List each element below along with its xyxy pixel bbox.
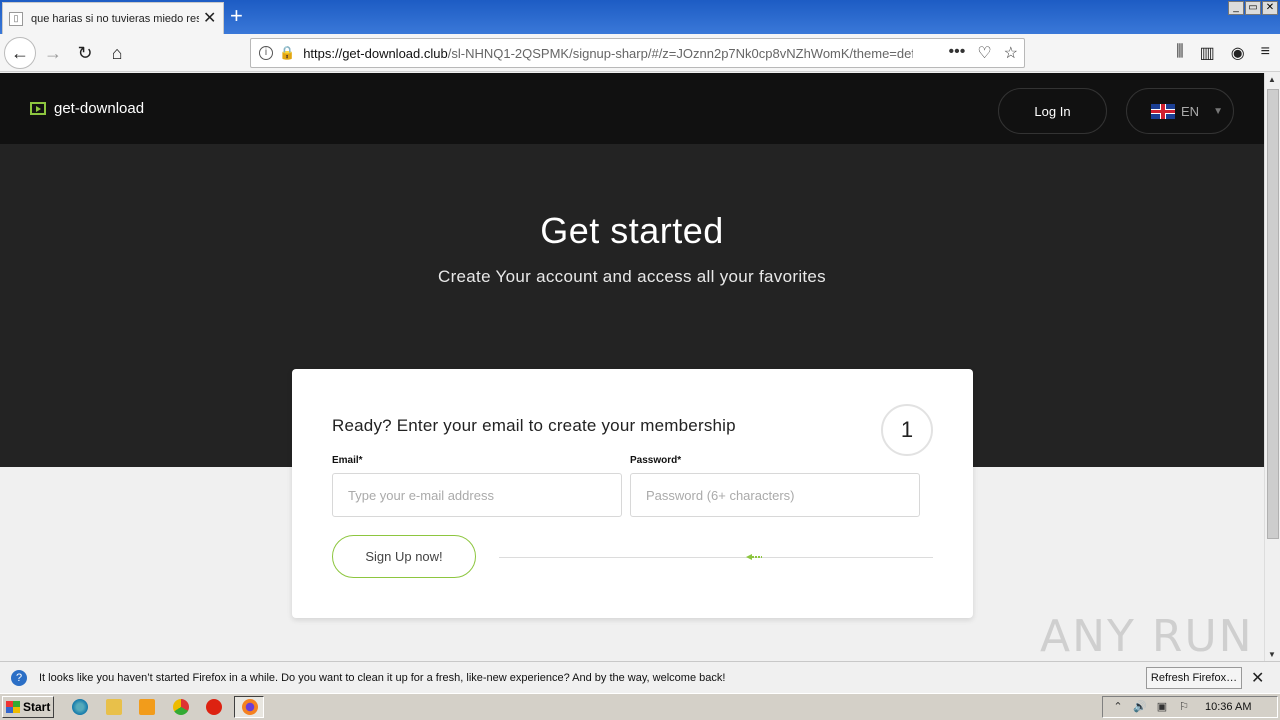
- window-controls: _ ▭ ✕: [1228, 1, 1278, 15]
- chrome-icon[interactable]: [173, 699, 189, 715]
- progress-arrow-icon: [746, 554, 762, 560]
- clock: 10:36 AM: [1205, 701, 1252, 713]
- site-header: get-download Log In EN ▼: [0, 73, 1264, 144]
- folder-icon[interactable]: [106, 699, 122, 715]
- start-button[interactable]: Start: [2, 696, 54, 718]
- password-label: Password*: [630, 455, 682, 466]
- tv-icon: [30, 102, 46, 115]
- windows-logo-icon: [6, 701, 20, 713]
- taskbar-firefox-button[interactable]: [234, 696, 264, 718]
- new-tab-button[interactable]: +: [230, 4, 243, 28]
- back-arrow-icon[interactable]: ←: [4, 37, 36, 69]
- language-code: EN: [1181, 103, 1200, 119]
- network-icon[interactable]: ▣: [1155, 701, 1169, 713]
- scroll-down-icon[interactable]: ▼: [1268, 650, 1276, 659]
- email-label: Email*: [332, 455, 363, 466]
- scrollbar-thumb[interactable]: [1267, 89, 1279, 539]
- hero-subtitle: Create Your account and access all your …: [438, 267, 826, 286]
- url-path: /sl-NHNQ1-2QSPMK/signup-sharp/#/z=JOznn2…: [447, 45, 914, 61]
- question-icon: ?: [11, 669, 27, 686]
- pocket-icon[interactable]: ♡: [977, 43, 991, 63]
- volume-icon[interactable]: 🔊: [1133, 701, 1147, 713]
- browser-tab-strip: ▯ que harias si no tuvieras miedo res ✕ …: [0, 0, 1280, 34]
- uk-flag-icon: [1151, 103, 1175, 119]
- hero-title: Get started: [540, 210, 724, 251]
- language-selector[interactable]: EN ▼: [1126, 88, 1234, 134]
- step-badge: 1: [881, 404, 933, 456]
- notification-close-icon[interactable]: ✕: [1251, 668, 1264, 688]
- system-tray: ⌃ 🔊 ▣ ⚐ 10:36 AM: [1102, 696, 1278, 718]
- password-field[interactable]: [630, 473, 920, 517]
- lock-icon[interactable]: 🔒: [279, 45, 295, 61]
- caret-down-icon: ▼: [1213, 105, 1223, 117]
- url-host: https://get-download.club: [303, 45, 448, 61]
- signup-button[interactable]: Sign Up now!: [332, 535, 476, 578]
- browser-tab[interactable]: ▯ que harias si no tuvieras miedo res ✕: [2, 2, 224, 34]
- internet-explorer-icon[interactable]: [72, 699, 88, 715]
- scroll-up-icon[interactable]: ▲: [1268, 75, 1276, 84]
- email-field[interactable]: [332, 473, 622, 517]
- media-player-icon[interactable]: [139, 699, 155, 715]
- library-icon[interactable]: ⫼: [1176, 43, 1183, 63]
- signup-heading: Ready? Enter your email to create your m…: [332, 416, 736, 435]
- reload-icon[interactable]: ↻: [70, 38, 100, 68]
- login-button[interactable]: Log In: [998, 88, 1107, 134]
- notification-message: It looks like you haven’t started Firefo…: [39, 671, 726, 684]
- flag-icon[interactable]: ⚐: [1177, 701, 1191, 713]
- address-bar[interactable]: i 🔒 https://get-download.club/sl-NHNQ1-2…: [250, 38, 1025, 68]
- web-page: get-download Log In EN ▼ Get started Cre…: [0, 73, 1264, 661]
- page-favicon-icon: ▯: [9, 11, 23, 26]
- bookmark-star-icon[interactable]: ☆: [1004, 43, 1018, 63]
- page-scrollbar[interactable]: ▲ ▼: [1264, 73, 1280, 661]
- restore-button[interactable]: ▭: [1245, 1, 1261, 15]
- url-text[interactable]: https://get-download.club/sl-NHNQ1-2QSPM…: [303, 46, 913, 61]
- account-icon[interactable]: ◉: [1231, 43, 1245, 63]
- notification-bar: ? It looks like you haven’t started Fire…: [0, 661, 1280, 693]
- progress-line: [499, 557, 933, 558]
- sidebar-icon[interactable]: ▥: [1200, 43, 1215, 63]
- browser-toolbar: ← → ↻ ⌂ i 🔒 https://get-download.club/sl…: [0, 34, 1280, 72]
- firefox-icon: [242, 699, 258, 715]
- logo-text: get-download: [54, 100, 145, 117]
- site-logo[interactable]: get-download: [30, 100, 144, 117]
- minimize-button[interactable]: _: [1228, 1, 1244, 15]
- tray-expand-icon[interactable]: ⌃: [1111, 701, 1125, 713]
- close-window-button[interactable]: ✕: [1262, 1, 1278, 15]
- tab-close-icon[interactable]: ✕: [203, 10, 216, 27]
- home-icon[interactable]: ⌂: [102, 38, 132, 68]
- anyrun-watermark: ANY RUN: [1040, 611, 1254, 661]
- refresh-firefox-button[interactable]: Refresh Firefox…: [1146, 667, 1242, 689]
- page-actions-icon[interactable]: •••: [949, 43, 966, 63]
- signup-card: Ready? Enter your email to create your m…: [292, 369, 973, 618]
- menu-icon[interactable]: ≡: [1261, 43, 1270, 63]
- opera-icon[interactable]: [206, 699, 222, 715]
- start-label: Start: [23, 700, 51, 714]
- windows-taskbar: Start ⌃ 🔊 ▣ ⚐ 10:36 AM: [0, 693, 1280, 720]
- tab-title: que harias si no tuvieras miedo res: [31, 12, 199, 25]
- forward-arrow-icon[interactable]: →: [38, 38, 68, 68]
- site-info-icon[interactable]: i: [259, 46, 273, 60]
